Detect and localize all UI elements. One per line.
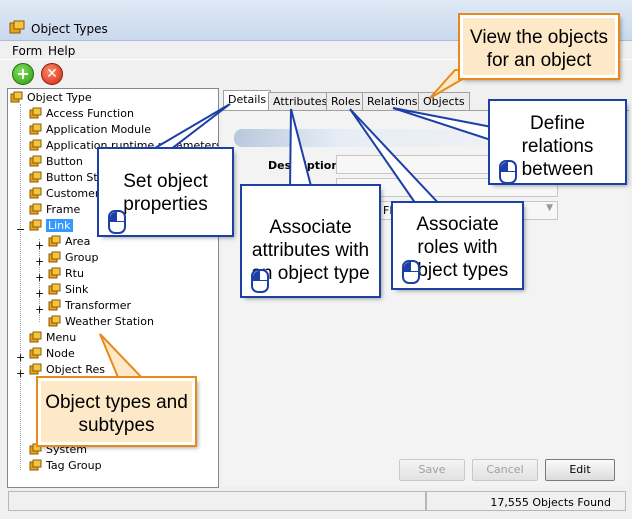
callout-associate-roles: Associate roles with object types <box>393 203 522 288</box>
mouse-icon <box>402 260 420 284</box>
callout-associate-attributes: Associate attributes with an object type <box>242 186 379 296</box>
callout-define-relations: Define relations between <box>490 101 625 184</box>
mouse-icon <box>251 269 269 293</box>
callout-view-objects: View the objects for an object <box>460 15 618 78</box>
callout-set-properties-text: Set object properties <box>123 171 208 215</box>
callout-set-properties: Set object properties <box>99 149 232 235</box>
callout-object-types: Object types and subtypes <box>38 378 195 445</box>
mouse-icon <box>108 210 126 234</box>
mouse-icon <box>499 160 517 184</box>
